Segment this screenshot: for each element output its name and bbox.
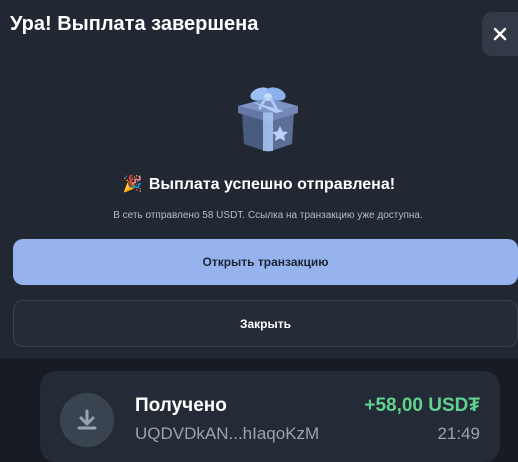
close-modal-button[interactable]: Закрыть (13, 300, 518, 347)
transaction-icon (60, 393, 114, 447)
modal-title: Ура! Выплата завершена (10, 13, 259, 35)
headline-text: Выплата успешно отправлена! (148, 176, 396, 193)
party-popper-icon: 🎉 (122, 176, 143, 193)
transaction-title: Получено (135, 395, 227, 416)
transaction-time: 21:49 (437, 424, 480, 443)
success-subtext: В сеть отправлено 58 USDT. Ссылка на тра… (113, 210, 423, 221)
transaction-amount: +58,00 USD₮ (364, 395, 480, 416)
payout-modal: Ура! Выплата завершена 🎉 Выплата успешно… (0, 0, 518, 358)
close-button[interactable] (482, 12, 518, 56)
success-headline: 🎉 Выплата успешно отправлена! (0, 174, 518, 194)
open-transaction-button[interactable]: Открыть транзакцию (13, 239, 518, 285)
download-arrow-icon (77, 409, 97, 430)
close-icon (493, 27, 507, 41)
transaction-item[interactable]: Получено UQDVDkAN...hIaqoKzM +58,00 USD₮… (40, 371, 500, 462)
transaction-address: UQDVDkAN...hIaqoKzM (135, 424, 320, 443)
gift-box-icon (232, 82, 304, 154)
